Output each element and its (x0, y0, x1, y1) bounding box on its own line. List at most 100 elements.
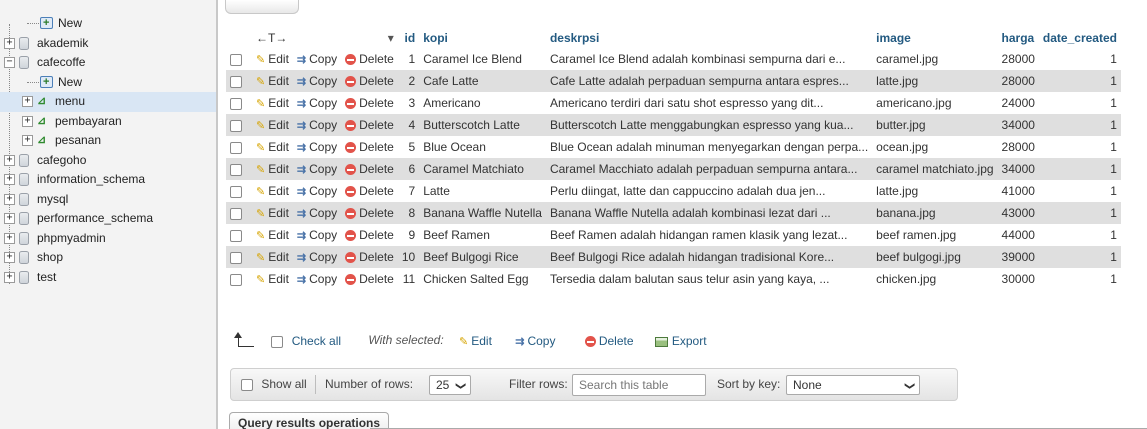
column-header-date-created[interactable]: date_created (1038, 28, 1121, 48)
row-edit-button[interactable]: ✎ Edit (252, 70, 293, 92)
check-all-checkbox[interactable] (271, 335, 284, 348)
sidebar-item-information-schema[interactable]: + information_schema (0, 170, 216, 190)
row-copy-button[interactable]: ⇉ Copy (292, 158, 342, 180)
table-row[interactable]: ✎ Edit ⇉ Copy Delete 11 Chicken Salted Egg Ters… (226, 268, 1121, 290)
expand-icon[interactable]: + (4, 37, 15, 49)
row-checkbox[interactable] (230, 75, 242, 88)
row-delete-button[interactable]: Delete (341, 158, 398, 180)
bulk-copy-button[interactable]: ⇉ Copy (515, 334, 555, 348)
table-row[interactable]: ✎ Edit ⇉ Copy Delete 2 Cafe Latte Cafe Latte ad… (226, 70, 1121, 92)
check-all-toggle[interactable]: Check all (271, 334, 341, 348)
row-edit-button[interactable]: ✎ Edit (252, 180, 293, 202)
row-delete-button[interactable]: Delete (341, 136, 398, 158)
row-checkbox[interactable] (230, 229, 242, 242)
table-row[interactable]: ✎ Edit ⇉ Copy Delete 6 Caramel Matchiato Carame… (226, 158, 1121, 180)
row-edit-button[interactable]: ✎ Edit (252, 202, 293, 224)
sidebar-item-test[interactable]: + test (0, 268, 216, 288)
show-all-label[interactable]: Show all (261, 377, 306, 391)
row-copy-button[interactable]: ⇉ Copy (292, 202, 342, 224)
row-nav-arrows[interactable]: ←T→ ▾ (252, 28, 398, 48)
sidebar-item-new[interactable]: New (0, 14, 216, 34)
column-header-id[interactable]: id (397, 28, 420, 48)
row-checkbox[interactable] (230, 53, 242, 66)
sidebar-item-shop[interactable]: + shop (0, 248, 216, 268)
row-delete-button[interactable]: Delete (341, 246, 398, 268)
query-results-operations-tab[interactable]: Query results operations (229, 412, 390, 429)
sort-arrow-icon[interactable]: ▾ (388, 31, 394, 45)
number-of-rows-select[interactable]: 25 ❯ (429, 375, 471, 395)
row-edit-button[interactable]: ✎ Edit (252, 136, 293, 158)
row-copy-button[interactable]: ⇉ Copy (292, 70, 342, 92)
sidebar-item-pesanan[interactable]: + ⊿ pesanan (0, 131, 216, 151)
expand-icon[interactable]: + (22, 96, 33, 107)
row-copy-button[interactable]: ⇉ Copy (292, 92, 342, 114)
row-delete-button[interactable]: Delete (341, 70, 398, 92)
row-delete-button[interactable]: Delete (341, 224, 398, 246)
row-checkbox[interactable] (230, 163, 242, 176)
row-checkbox[interactable] (230, 97, 242, 110)
row-delete-button[interactable]: Delete (341, 92, 398, 114)
table-row[interactable]: ✎ Edit ⇉ Copy Delete 8 Banana Waffle Nutella Ba… (226, 202, 1121, 224)
row-checkbox[interactable] (230, 207, 242, 220)
row-delete-button[interactable]: Delete (341, 180, 398, 202)
bulk-edit-button[interactable]: ✎ Edit (459, 334, 492, 348)
table-row[interactable]: ✎ Edit ⇉ Copy Delete 1 Caramel Ice Blend Carame… (226, 48, 1121, 70)
collapse-icon[interactable]: − (4, 57, 15, 68)
row-copy-button[interactable]: ⇉ Copy (292, 224, 342, 246)
expand-icon[interactable]: + (22, 135, 33, 146)
sidebar-item-cafecoffe[interactable]: − cafecoffe (0, 53, 216, 73)
row-copy-button[interactable]: ⇉ Copy (292, 268, 342, 290)
column-header-deskrpsi[interactable]: deskrpsi (545, 28, 873, 48)
row-delete-button[interactable]: Delete (341, 114, 398, 136)
sidebar-item-phpmyadmin[interactable]: + phpmyadmin (0, 229, 216, 249)
show-all-checkbox[interactable] (241, 378, 253, 391)
expand-icon[interactable]: + (4, 232, 15, 244)
filter-rows-input[interactable]: Search this table (572, 374, 706, 396)
show-all-toggle[interactable]: Show all (241, 369, 307, 400)
row-checkbox[interactable] (230, 141, 242, 154)
row-edit-button[interactable]: ✎ Edit (252, 48, 293, 70)
row-edit-button[interactable]: ✎ Edit (252, 92, 293, 114)
sidebar-item-menu[interactable]: + ⊿ menu (0, 92, 216, 112)
row-copy-button[interactable]: ⇉ Copy (292, 136, 342, 158)
sidebar-item-mysql[interactable]: + mysql (0, 190, 216, 210)
row-edit-button[interactable]: ✎ Edit (252, 224, 293, 246)
table-row[interactable]: ✎ Edit ⇉ Copy Delete 10 Beef Bulgogi Rice Beef … (226, 246, 1121, 268)
sidebar-item-performance-schema[interactable]: + performance_schema (0, 209, 216, 229)
row-checkbox[interactable] (230, 273, 242, 286)
row-checkbox[interactable] (230, 251, 242, 264)
table-row[interactable]: ✎ Edit ⇉ Copy Delete 9 Beef Ramen Beef Ramen ad… (226, 224, 1121, 246)
row-edit-button[interactable]: ✎ Edit (252, 268, 293, 290)
row-delete-button[interactable]: Delete (341, 202, 398, 224)
row-edit-button[interactable]: ✎ Edit (252, 246, 293, 268)
sidebar-item-new[interactable]: New (0, 73, 216, 93)
check-all-label[interactable]: Check all (292, 334, 341, 348)
expand-icon[interactable]: + (4, 193, 15, 205)
row-checkbox[interactable] (230, 185, 242, 198)
sidebar-item-cafegoho[interactable]: + cafegoho (0, 151, 216, 171)
expand-icon[interactable]: + (4, 154, 15, 166)
table-row[interactable]: ✎ Edit ⇉ Copy Delete 7 Latte Perlu diingat, lat… (226, 180, 1121, 202)
bulk-delete-button[interactable]: Delete (584, 334, 634, 348)
row-copy-button[interactable]: ⇉ Copy (292, 180, 342, 202)
row-copy-button[interactable]: ⇉ Copy (292, 246, 342, 268)
expand-icon[interactable]: + (4, 213, 15, 224)
row-copy-button[interactable]: ⇉ Copy (292, 48, 342, 70)
column-header-harga[interactable]: harga (997, 28, 1039, 48)
table-row[interactable]: ✎ Edit ⇉ Copy Delete 3 Americano Americano terd… (226, 92, 1121, 114)
expand-icon[interactable]: + (4, 271, 15, 283)
row-edit-button[interactable]: ✎ Edit (252, 158, 293, 180)
sidebar-item-akademik[interactable]: + akademik (0, 34, 216, 54)
sort-by-key-select[interactable]: None ❯ (786, 375, 920, 395)
row-delete-button[interactable]: Delete (341, 268, 398, 290)
row-delete-button[interactable]: Delete (341, 48, 398, 70)
expand-icon[interactable]: + (4, 252, 15, 263)
row-checkbox[interactable] (230, 119, 242, 132)
bulk-export-button[interactable]: Export (654, 334, 707, 348)
row-edit-button[interactable]: ✎ Edit (252, 114, 293, 136)
table-row[interactable]: ✎ Edit ⇉ Copy Delete 5 Blue Ocean Blue Ocean ad… (226, 136, 1121, 158)
column-header-image[interactable]: image (872, 28, 998, 48)
sidebar-item-pembayaran[interactable]: + ⊿ pembayaran (0, 112, 216, 132)
expand-icon[interactable]: + (22, 115, 33, 127)
column-header-kopi[interactable]: kopi (419, 28, 546, 48)
